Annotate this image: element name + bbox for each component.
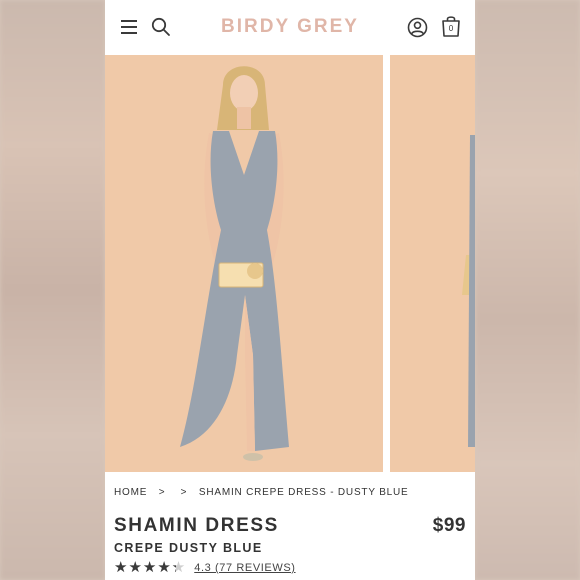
product-photo-front[interactable] — [105, 55, 383, 472]
background-blur-right — [475, 0, 580, 580]
breadcrumb-separator: > — [158, 487, 166, 498]
product-photo-side[interactable] — [390, 55, 475, 472]
breadcrumb-separator: > — [180, 487, 188, 498]
user-account-icon[interactable] — [407, 17, 428, 43]
breadcrumb-current: SHAMIN CREPE DRESS - DUSTY BLUE — [198, 487, 409, 498]
star-rating-icon: ★★★★★ ★★★★★ — [114, 559, 187, 576]
product-variant: CREPE DUSTY BLUE — [114, 541, 263, 555]
breadcrumb: HOME > > SHAMIN CREPE DRESS - DUSTY BLUE — [114, 487, 409, 498]
shopping-bag-icon[interactable]: 0 — [440, 14, 462, 43]
product-rating: ★★★★★ ★★★★★ 4.3 (77 REVIEWS) — [114, 559, 296, 577]
breadcrumb-home[interactable]: HOME — [114, 487, 147, 498]
reviews-link[interactable]: 4.3 (77 REVIEWS) — [194, 562, 295, 574]
background-blur-left — [0, 0, 105, 580]
mobile-page: BIRDY GREY 0 HOME > > SHAMIN CREPE DRESS… — [105, 0, 475, 580]
cart-count-badge: 0 — [448, 24, 454, 33]
product-price: $99 — [432, 515, 466, 536]
product-gallery[interactable] — [105, 55, 475, 472]
product-title: SHAMIN DRESS — [114, 515, 279, 536]
site-header: BIRDY GREY 0 — [105, 0, 475, 55]
